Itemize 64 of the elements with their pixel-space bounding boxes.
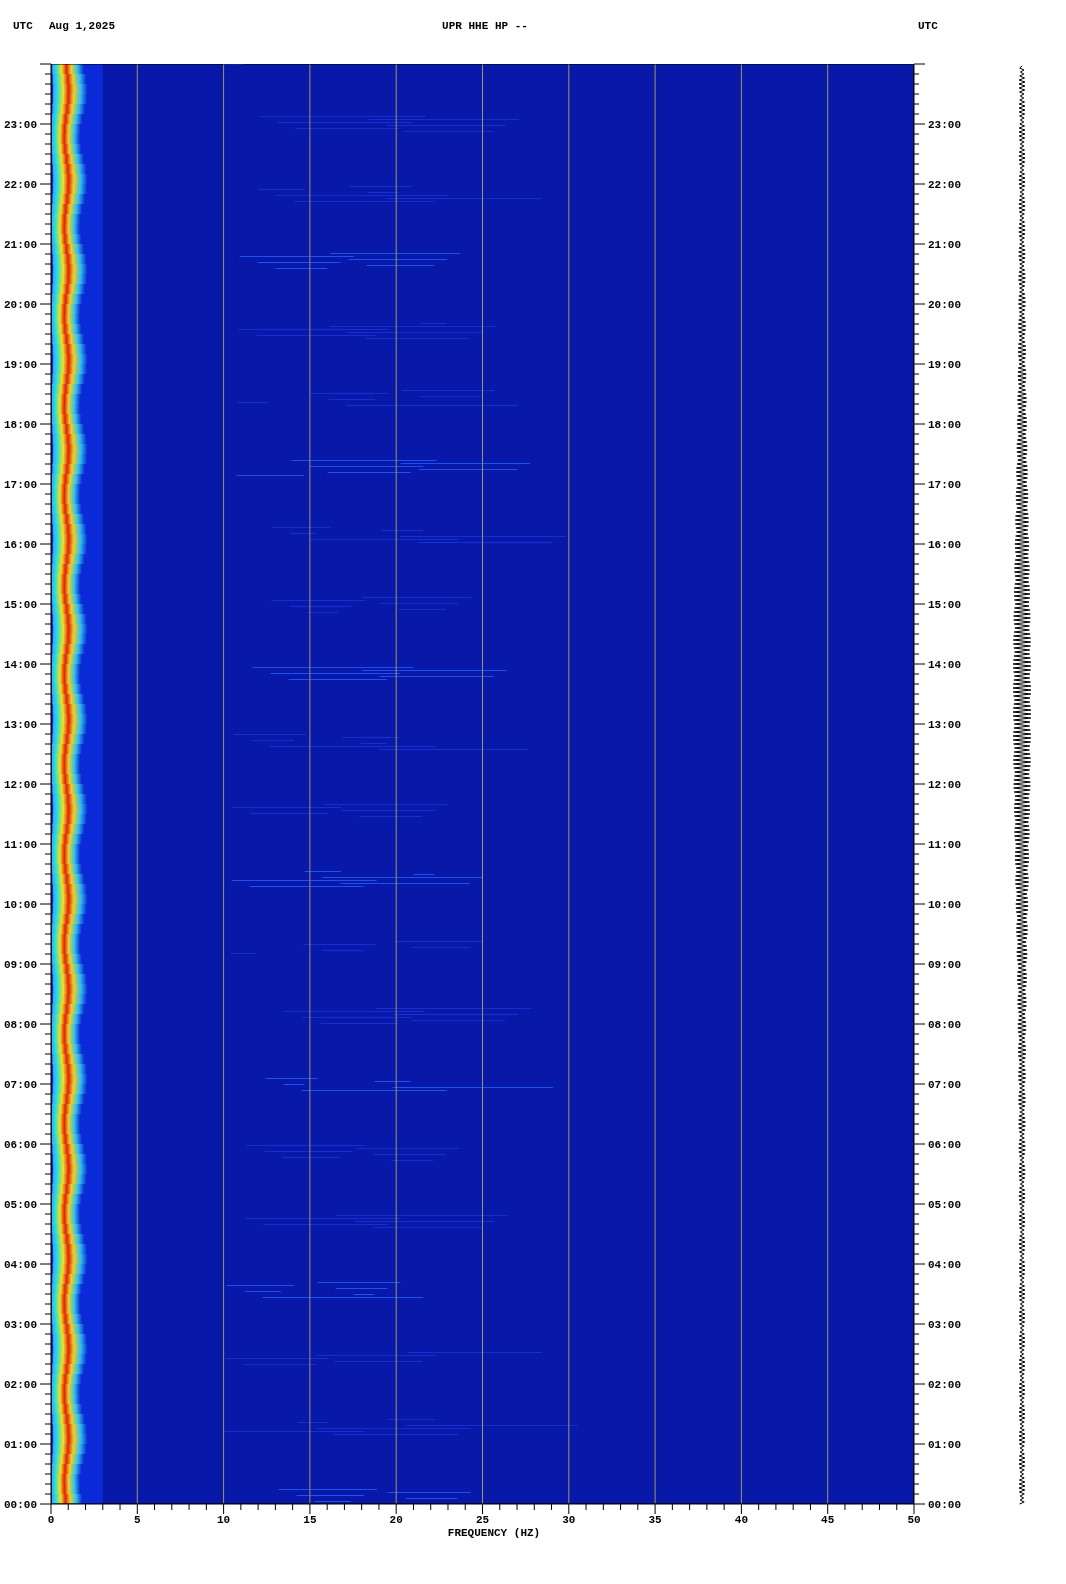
tick-label: 04:00 xyxy=(4,1259,37,1271)
tick-label: 02:00 xyxy=(4,1379,37,1391)
tick-label: 25 xyxy=(475,1514,490,1526)
tick-label: 08:00 xyxy=(4,1019,37,1031)
tick-label: 13:00 xyxy=(4,719,37,731)
tick-label: 18:00 xyxy=(4,419,37,431)
tick-label: 30 xyxy=(562,1514,576,1526)
tick-label: 16:00 xyxy=(4,539,37,551)
tick-label: 11:00 xyxy=(4,839,37,851)
tick-label: 18:00 xyxy=(928,419,961,431)
tick-label: 14:00 xyxy=(4,659,37,671)
tick-label: 20 xyxy=(389,1514,403,1526)
tick-label: 03:00 xyxy=(928,1319,961,1331)
tick-label: 15:00 xyxy=(928,599,961,611)
tick-label: 35 xyxy=(648,1514,662,1526)
tick-label: 21:00 xyxy=(928,239,961,251)
tick-label: 16:00 xyxy=(928,539,961,551)
tick-label: 19:00 xyxy=(928,359,961,371)
tick-label: 22:00 xyxy=(928,179,961,191)
tick-label: 20:00 xyxy=(4,299,37,311)
tick-label: 08:00 xyxy=(928,1019,961,1031)
date-label: Aug 1,2025 xyxy=(49,20,115,32)
chart-title: UPR HHE HP -- xyxy=(442,20,528,32)
tick-label: 0 xyxy=(47,1514,55,1526)
tick-label: 12:00 xyxy=(4,779,37,791)
tick-label: 17:00 xyxy=(928,479,961,491)
tick-label: 03:00 xyxy=(4,1319,37,1331)
timezone-label: UTC xyxy=(918,20,938,32)
tick-label: 00:00 xyxy=(928,1499,961,1511)
tick-label: 20:00 xyxy=(928,299,961,311)
tick-label: 11:00 xyxy=(928,839,961,851)
tick-label: 04:00 xyxy=(928,1259,961,1271)
timezone-label: UTC xyxy=(13,20,33,32)
tick-label: 23:00 xyxy=(4,119,37,131)
tick-label: 15 xyxy=(303,1514,317,1526)
tick-label: 01:00 xyxy=(4,1439,37,1451)
tick-label: 09:00 xyxy=(4,959,37,971)
tick-label: 07:00 xyxy=(4,1079,37,1091)
tick-label: 07:00 xyxy=(928,1079,961,1091)
tick-label: 45 xyxy=(821,1514,835,1526)
tick-label: 06:00 xyxy=(928,1139,961,1151)
tick-label: 05:00 xyxy=(4,1199,37,1211)
tick-label: 09:00 xyxy=(928,959,961,971)
tick-label: 50 xyxy=(907,1514,921,1526)
tick-label: 5 xyxy=(134,1514,141,1526)
axis-label: FREQUENCY (HZ) xyxy=(447,1527,541,1539)
tick-label: 22:00 xyxy=(4,179,37,191)
tick-label: 10:00 xyxy=(4,899,37,911)
tick-label: 17:00 xyxy=(4,479,37,491)
tick-label: 15:00 xyxy=(4,599,37,611)
tick-label: 14:00 xyxy=(928,659,961,671)
tick-label: 12:00 xyxy=(928,779,961,791)
tick-label: 40 xyxy=(734,1514,748,1526)
tick-label: 00:00 xyxy=(4,1499,37,1511)
tick-label: 02:00 xyxy=(928,1379,961,1391)
tick-label: 10 xyxy=(217,1514,231,1526)
tick-label: 01:00 xyxy=(928,1439,961,1451)
tick-label: 19:00 xyxy=(4,359,37,371)
tick-label: 23:00 xyxy=(928,119,961,131)
tick-label: 21:00 xyxy=(4,239,37,251)
tick-label: 05:00 xyxy=(928,1199,961,1211)
tick-label: 10:00 xyxy=(928,899,961,911)
tick-label: 13:00 xyxy=(928,719,961,731)
tick-label: 06:00 xyxy=(4,1139,37,1151)
